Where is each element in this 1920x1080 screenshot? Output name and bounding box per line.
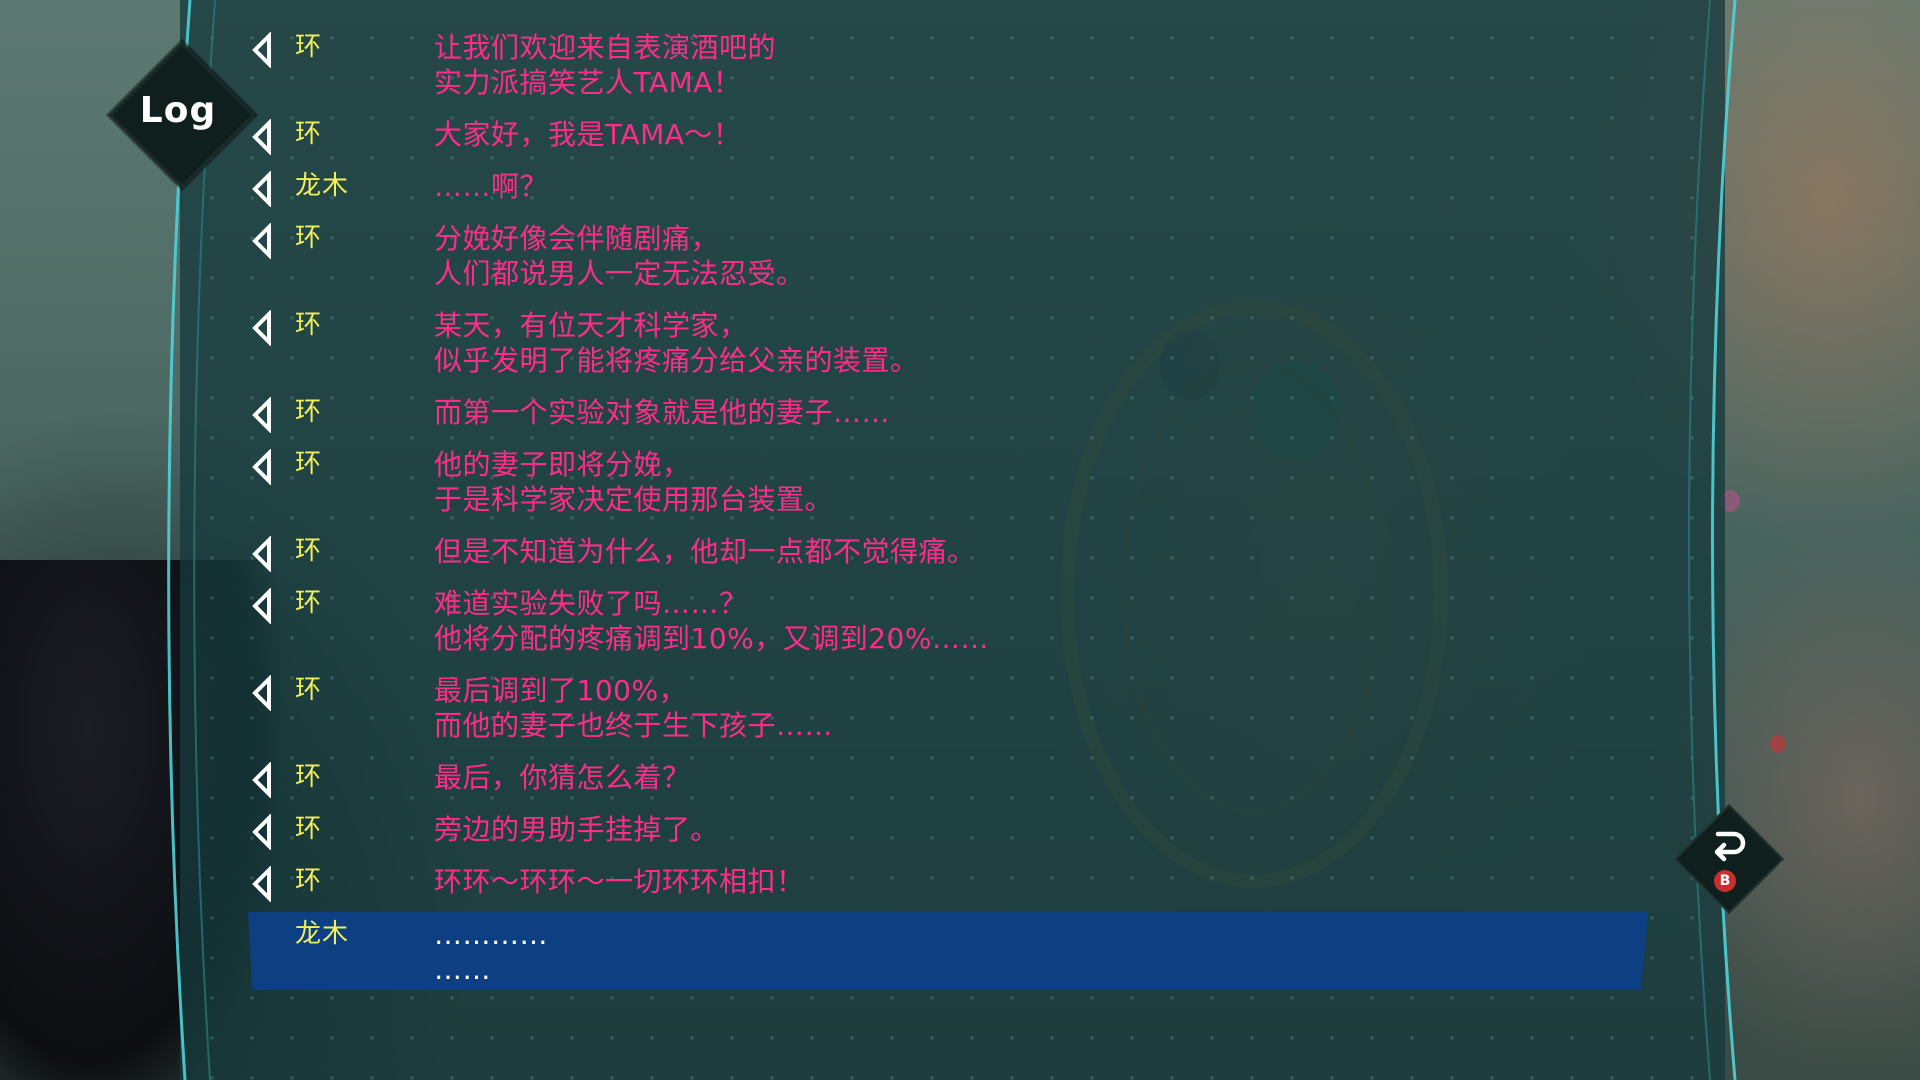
speaker-name: 环 <box>295 588 323 618</box>
speaker-name: 环 <box>295 675 323 705</box>
voice-replay-icon[interactable] <box>250 534 274 574</box>
speaker-name: 环 <box>295 449 323 479</box>
b-key-badge: B <box>1714 870 1736 892</box>
dialogue-text: 分娩好像会伴随剧痛， 人们都说男人一定无法忍受。 <box>434 222 805 290</box>
log-title: Log <box>139 90 217 131</box>
voice-replay-icon[interactable] <box>250 864 274 904</box>
dialogue-text: ……啊？ <box>434 170 549 203</box>
voice-replay-icon[interactable] <box>250 760 274 800</box>
dialogue-text: 环环～环环～一切环环相扣！ <box>434 865 805 898</box>
voice-replay-icon[interactable] <box>250 169 274 209</box>
speaker-name: 环 <box>295 397 323 427</box>
speaker-name: 龙木 <box>295 919 350 949</box>
dialogue-text: 而第一个实验对象就是他的妻子…… <box>434 396 891 429</box>
speaker-name: 环 <box>295 223 323 253</box>
voice-replay-icon[interactable] <box>250 586 274 626</box>
dialogue-text: 旁边的男助手挂掉了。 <box>434 813 720 846</box>
voice-replay-icon[interactable] <box>250 673 274 713</box>
voice-replay-icon[interactable] <box>250 221 274 261</box>
voice-replay-icon[interactable] <box>250 395 274 435</box>
speaker-name: 环 <box>295 536 323 566</box>
dialogue-text: 某天，有位天才科学家， 似乎发明了能将疼痛分给父亲的装置。 <box>434 309 919 377</box>
speaker-name: 龙木 <box>295 171 350 201</box>
speaker-name: 环 <box>295 866 323 896</box>
speaker-name: 环 <box>295 762 323 792</box>
voice-replay-icon[interactable] <box>250 812 274 852</box>
dialogue-text: 大家好，我是TAMA～！ <box>434 118 742 151</box>
voice-replay-icon[interactable] <box>250 30 274 70</box>
voice-replay-icon[interactable] <box>250 117 274 157</box>
dialogue-text: 难道实验失败了吗……？ 他将分配的疼痛调到10%，又调到20%…… <box>434 587 989 655</box>
speaker-name: 环 <box>295 310 323 340</box>
speaker-name: 环 <box>295 32 323 62</box>
dialogue-text: 最后，你猜怎么着？ <box>434 761 691 794</box>
voice-replay-icon[interactable] <box>250 447 274 487</box>
dialogue-text: 让我们欢迎来自表演酒吧的 实力派搞笑艺人TAMA！ <box>434 31 777 99</box>
dialogue-text: ………… …… <box>434 918 548 986</box>
speaker-name: 环 <box>295 814 323 844</box>
voice-replay-icon[interactable] <box>250 308 274 348</box>
dialogue-text: 但是不知道为什么，他却一点都不觉得痛。 <box>434 535 976 568</box>
return-arrow-icon[interactable] <box>1708 826 1748 866</box>
dialogue-text: 他的妻子即将分娩， 于是科学家决定使用那台装置。 <box>434 448 834 516</box>
speaker-name: 环 <box>295 119 323 149</box>
dialogue-text: 最后调到了100%， 而他的妻子也终于生下孩子…… <box>434 674 834 742</box>
